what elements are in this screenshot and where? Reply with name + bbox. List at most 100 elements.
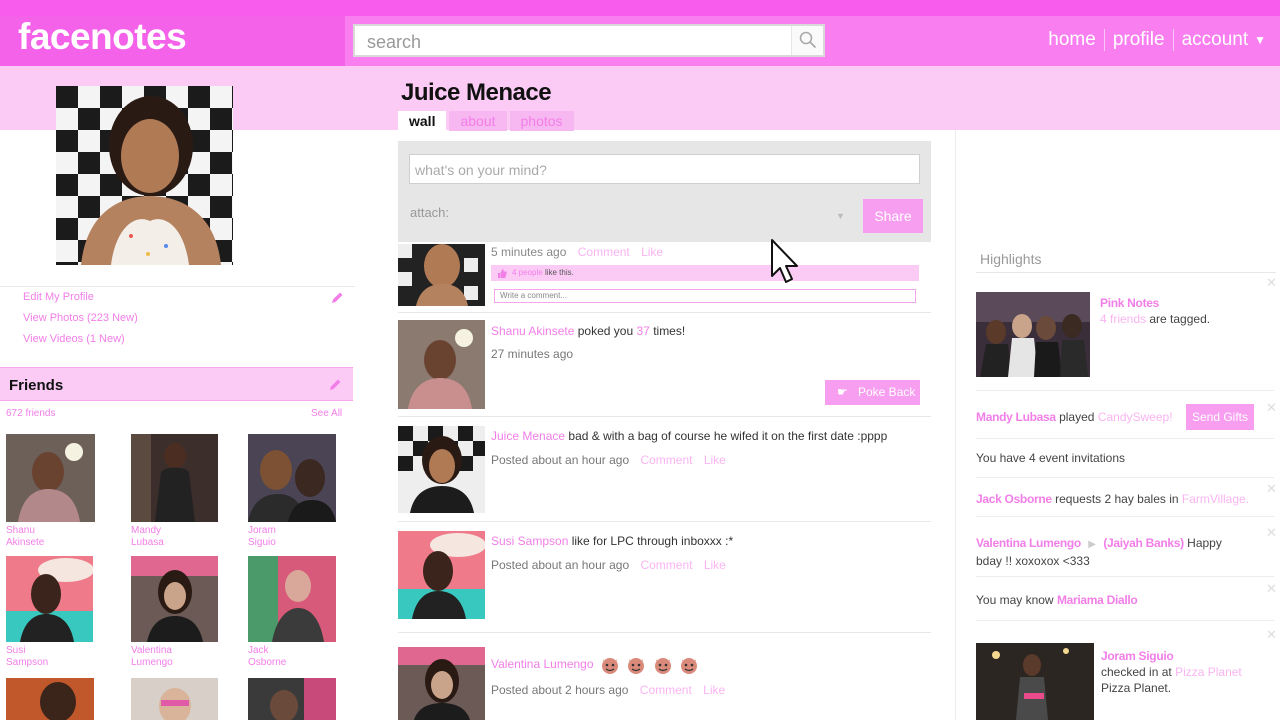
friend-last-name[interactable]: Lumengo (131, 657, 173, 668)
friend-first-name[interactable]: Valentina (131, 645, 172, 656)
highlight-name[interactable]: Pink Notes (1100, 296, 1159, 310)
comment-link[interactable]: Comment (640, 558, 692, 572)
highlight-name[interactable]: Joram Siguio (1101, 649, 1174, 663)
friends-count[interactable]: 672 friends (6, 408, 55, 419)
highlight-name[interactable]: Valentina Lumengo (976, 536, 1081, 550)
close-icon[interactable]: ✕ (1266, 581, 1277, 597)
post-author[interactable]: Juice Menace (491, 429, 565, 443)
friend-card[interactable]: Valentina Lumengo (131, 556, 221, 669)
search-icon[interactable] (791, 26, 823, 55)
poke-back-button[interactable]: ☛ Poke Back (825, 380, 920, 405)
highlight-name[interactable]: Jack Osborne (976, 492, 1052, 506)
highlight-photo[interactable] (976, 292, 1090, 377)
close-icon[interactable]: ✕ (1266, 525, 1277, 541)
post-author[interactable]: Shanu Akinsete (491, 324, 574, 338)
post-avatar[interactable] (398, 647, 485, 720)
comment-link[interactable]: Comment (578, 245, 630, 259)
like-link[interactable]: Like (704, 558, 726, 572)
friend-card[interactable]: Shanu Akinsete (6, 434, 96, 549)
highlight-text: checked in at (1101, 665, 1172, 679)
friend-last-name[interactable]: Akinsete (6, 537, 44, 548)
tab-about[interactable]: about (449, 111, 507, 131)
tagged-friends-link[interactable]: 4 friends (1100, 312, 1146, 326)
nav-home[interactable]: home (1048, 29, 1096, 51)
tab-photos[interactable]: photos (509, 111, 574, 131)
friend-card[interactable] (248, 678, 338, 720)
highlight-photo[interactable] (976, 643, 1094, 720)
post-avatar[interactable] (398, 531, 485, 619)
post-author[interactable]: Valentina Lumengo (491, 657, 594, 671)
like-link[interactable]: Like (703, 683, 725, 697)
edit-profile-label[interactable]: Edit My Profile (23, 291, 94, 303)
friend-photo[interactable] (6, 434, 95, 522)
like-link[interactable]: Like (704, 453, 726, 467)
logo[interactable]: facenotes (18, 16, 187, 58)
game-link[interactable]: CandySweep! (1098, 410, 1173, 424)
poke-back-label[interactable]: Poke Back (858, 385, 915, 399)
friend-last-name[interactable]: Sampson (6, 657, 48, 668)
post-author[interactable]: Susi Sampson (491, 534, 568, 548)
send-gifts-button[interactable]: Send Gifts (1186, 404, 1254, 430)
friend-card[interactable]: Susi Sampson (6, 556, 96, 669)
highlight-name[interactable]: Mandy Lubasa (976, 410, 1056, 424)
friend-last-name[interactable]: Osborne (248, 657, 286, 668)
post-avatar[interactable] (398, 244, 485, 306)
friend-first-name[interactable]: Shanu (6, 525, 35, 536)
divider (398, 416, 931, 417)
see-all-link[interactable]: See All (311, 408, 342, 419)
highlight-name[interactable]: Mariama Diallo (1057, 593, 1138, 607)
search-input[interactable]: search (367, 32, 421, 53)
friend-first-name[interactable]: Susi (6, 645, 25, 656)
friend-card[interactable]: Mandy Lubasa (131, 434, 221, 549)
friend-first-name[interactable]: Mandy (131, 525, 161, 536)
comment-input[interactable]: Write a comment... (494, 289, 916, 303)
highlight-target[interactable]: (Jaiyah Banks) (1103, 536, 1184, 550)
friend-photo[interactable] (131, 678, 218, 720)
game-link[interactable]: FarmVillage. (1182, 492, 1249, 506)
close-icon[interactable]: ✕ (1266, 400, 1277, 416)
chevron-down-icon[interactable]: ▼ (1254, 33, 1266, 47)
view-videos-link[interactable]: View Videos (1 New) (0, 329, 355, 350)
close-icon[interactable]: ✕ (1266, 481, 1277, 497)
profile-photo[interactable] (56, 86, 233, 265)
view-photos-link[interactable]: View Photos (223 New) (0, 308, 355, 329)
friend-photo[interactable] (131, 556, 218, 642)
comment-link[interactable]: Comment (640, 453, 692, 467)
post-avatar[interactable] (398, 426, 485, 513)
event-invitations[interactable]: You have 4 event invitations (976, 450, 1276, 466)
pencil-icon[interactable] (328, 378, 342, 392)
nav-profile[interactable]: profile (1113, 29, 1165, 51)
like-link[interactable]: Like (641, 245, 663, 259)
comment-link[interactable]: Comment (640, 683, 692, 697)
likes-count[interactable]: 4 people (512, 268, 543, 277)
chevron-down-icon[interactable]: ▼ (836, 211, 845, 221)
friend-card[interactable] (131, 678, 221, 720)
edit-profile-link[interactable]: Edit My Profile (0, 287, 355, 308)
friend-photo[interactable] (248, 678, 336, 720)
pencil-icon[interactable] (330, 291, 344, 305)
search-box[interactable]: search (353, 24, 825, 57)
friend-photo[interactable] (248, 556, 336, 642)
friend-first-name[interactable]: Jack (248, 645, 269, 656)
friend-photo[interactable] (6, 556, 93, 642)
tab-wall[interactable]: wall (398, 111, 447, 132)
friend-card[interactable]: Jack Osborne (248, 556, 338, 669)
friend-photo[interactable] (131, 434, 218, 522)
friend-card[interactable]: Joram Siguio (248, 434, 338, 549)
close-icon[interactable]: ✕ (1266, 275, 1277, 291)
divider (976, 516, 1274, 517)
post-avatar[interactable] (398, 320, 485, 409)
nav-account[interactable]: account (1182, 29, 1249, 51)
friend-photo[interactable] (6, 678, 94, 720)
friend-photo[interactable] (248, 434, 336, 522)
friend-last-name[interactable]: Siguio (248, 537, 276, 548)
attach-label[interactable]: attach: (410, 205, 449, 220)
place-link[interactable]: Pizza Planet (1175, 665, 1242, 679)
close-icon[interactable]: ✕ (1266, 627, 1277, 643)
status-input[interactable]: what's on your mind? (409, 154, 920, 184)
thumbs-up-icon (498, 269, 507, 278)
friend-first-name[interactable]: Joram (248, 525, 276, 536)
share-button[interactable]: Share (863, 199, 923, 233)
friend-card[interactable] (6, 678, 96, 720)
friend-last-name[interactable]: Lubasa (131, 537, 164, 548)
